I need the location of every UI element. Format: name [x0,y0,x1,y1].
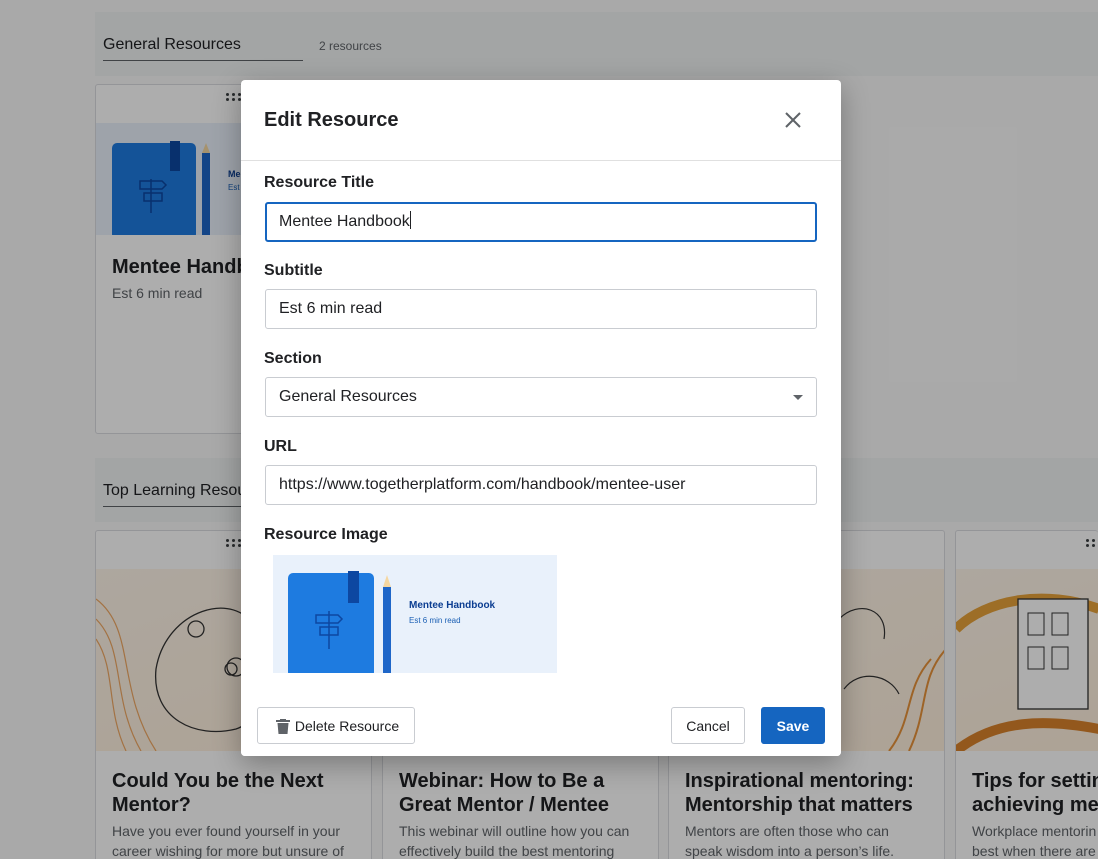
url-input[interactable]: https://www.togetherplatform.com/handboo… [265,465,817,505]
resource-title-input[interactable]: Mentee Handbook [265,202,817,242]
resource-title-label: Resource Title [264,174,374,191]
resource-title-value: Mentee Handbook [279,213,410,230]
resource-image-label: Resource Image [264,526,388,543]
delete-resource-button[interactable]: Delete Resource [257,707,415,744]
text-caret [409,211,411,229]
preview-subtitle: Est 6 min read [409,616,461,625]
section-value: General Resources [279,388,417,405]
url-value: https://www.togetherplatform.com/handboo… [279,476,686,493]
section-select[interactable]: General Resources [265,377,817,417]
save-button[interactable]: Save [761,707,825,744]
subtitle-value: Est 6 min read [279,300,383,317]
notebook-icon [288,571,391,673]
edit-resource-dialog: Edit Resource Resource Title Mentee Hand… [241,80,841,756]
preview-title: Mentee Handbook [409,600,496,611]
section-label: Section [264,350,322,367]
subtitle-label: Subtitle [264,262,323,279]
url-label: URL [264,438,297,455]
delete-resource-label: Delete Resource [294,717,400,734]
close-button[interactable] [779,106,807,134]
cancel-label: Cancel [686,717,730,734]
dialog-title: Edit Resource [264,109,399,131]
trash-icon [276,719,290,734]
cancel-button[interactable]: Cancel [671,707,745,744]
resource-image-preview[interactable]: Mentee Handbook Est 6 min read [273,555,557,673]
dialog-header: Edit Resource [241,80,841,161]
dropdown-arrow-icon [793,395,803,400]
dialog-footer: Delete Resource Cancel Save [241,694,841,756]
close-icon [785,112,801,128]
save-label: Save [776,717,810,734]
subtitle-input[interactable]: Est 6 min read [265,289,817,329]
